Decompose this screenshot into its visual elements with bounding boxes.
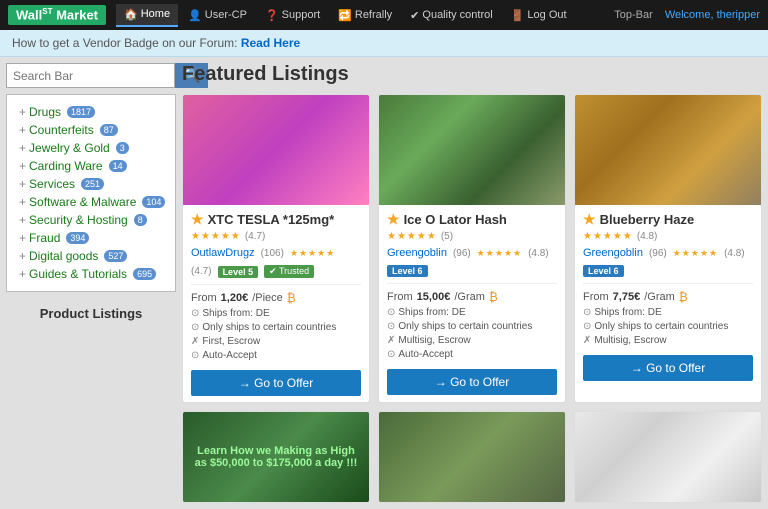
listing-image-5 bbox=[379, 412, 565, 502]
ships-from-2: ⊙Ships from: DE bbox=[387, 307, 557, 318]
cat-guides[interactable]: + Guides & Tutorials 695 bbox=[19, 265, 167, 283]
logo-text2: Market bbox=[52, 8, 98, 23]
notice-link[interactable]: Read Here bbox=[241, 36, 300, 50]
go-to-offer-1[interactable]: → Go to Offer bbox=[191, 370, 361, 396]
cat-carding[interactable]: + Carding Ware 14 bbox=[19, 157, 167, 175]
auto-accept-2: ⊙Auto-Accept bbox=[387, 349, 557, 360]
cat-services[interactable]: + Services 251 bbox=[19, 175, 167, 193]
nav-home[interactable]: 🏠 Home bbox=[116, 4, 178, 27]
listing-card-1: ★ XTC TESLA *125mg* ★★★★★ (4.7) OutlawDr… bbox=[182, 94, 370, 403]
listing-body-1: ★ XTC TESLA *125mg* ★★★★★ (4.7) OutlawDr… bbox=[183, 205, 369, 402]
ships-from-3: ⊙Ships from: DE bbox=[583, 307, 753, 318]
seller-name-1[interactable]: OutlawDrugz bbox=[191, 247, 255, 259]
search-box: 🔍 bbox=[6, 63, 176, 88]
listing-title-1: ★ XTC TESLA *125mg* bbox=[191, 211, 361, 228]
featured-star-3: ★ bbox=[583, 211, 596, 228]
escrow-2: ✗Multisig, Escrow bbox=[387, 335, 557, 346]
rating-row-2: ★★★★★ (5) bbox=[387, 231, 557, 242]
price-row-3: From 7,75€ /Gram ₿ bbox=[583, 290, 753, 304]
level-badge-3: Level 6 bbox=[583, 265, 624, 277]
featured-star-1: ★ bbox=[191, 211, 204, 228]
go-to-offer-2[interactable]: → Go to Offer bbox=[387, 369, 557, 395]
cat-counterfeits[interactable]: + Counterfeits 87 bbox=[19, 121, 167, 139]
listing-image-3 bbox=[575, 95, 761, 205]
listings-grid: ★ XTC TESLA *125mg* ★★★★★ (4.7) OutlawDr… bbox=[182, 94, 762, 503]
escrow-3: ✗Multisig, Escrow bbox=[583, 335, 753, 346]
nav-user-cp[interactable]: 👤 User-CP bbox=[180, 4, 255, 27]
logo-sup: ST bbox=[42, 7, 52, 16]
price-row-1: From 1,20€ /Piece ₿ bbox=[191, 291, 361, 305]
seller-row-3: Greengoblin (96) ★★★★★ (4.8) Level 6 bbox=[583, 247, 753, 277]
cat-software[interactable]: + Software & Malware 104 bbox=[19, 193, 167, 211]
top-bar: WallST Market 🏠 Home 👤 User-CP ❓ Support… bbox=[0, 0, 768, 30]
listing-image-1 bbox=[183, 95, 369, 205]
price-row-2: From 15,00€ /Gram ₿ bbox=[387, 290, 557, 304]
ships-to-2: ⊙Only ships to certain countries bbox=[387, 321, 557, 332]
seller-name-2[interactable]: Greengoblin bbox=[387, 247, 447, 259]
sidebar: 🔍 + Drugs 1817 + Counterfeits 87 + Jewel… bbox=[6, 63, 176, 503]
site-logo[interactable]: WallST Market bbox=[8, 5, 106, 24]
main-layout: 🔍 + Drugs 1817 + Counterfeits 87 + Jewel… bbox=[0, 57, 768, 509]
nav-quality[interactable]: ✔ Quality control bbox=[402, 4, 501, 27]
listing-image-4: Learn How we Making as High as $50,000 t… bbox=[183, 412, 369, 502]
go-to-offer-3[interactable]: → Go to Offer bbox=[583, 355, 753, 381]
cat-fraud[interactable]: + Fraud 394 bbox=[19, 229, 167, 247]
ships-to-1: ⊙Only ships to certain countries bbox=[191, 322, 361, 333]
escrow-1: ✗First, Escrow bbox=[191, 336, 361, 347]
listing-card-4: Learn How we Making as High as $50,000 t… bbox=[182, 411, 370, 503]
ships-from-1: ⊙Ships from: DE bbox=[191, 308, 361, 319]
btc-icon-3: ₿ bbox=[679, 290, 688, 304]
listing-card-2: ★ Ice O Lator Hash ★★★★★ (5) Greengoblin… bbox=[378, 94, 566, 403]
content-area: Featured Listings ★ XTC TESLA *125mg* ★★… bbox=[182, 63, 762, 503]
level-badge-2: Level 6 bbox=[387, 265, 428, 277]
cat-digital[interactable]: + Digital goods 527 bbox=[19, 247, 167, 265]
listing-title-3: ★ Blueberry Haze bbox=[583, 211, 753, 228]
nav-refrally[interactable]: 🔁 Refrally bbox=[330, 4, 400, 27]
seller-row-1: OutlawDrugz (106) ★★★★★ (4.7) Level 5 ✔ … bbox=[191, 247, 361, 278]
cat-jewelry[interactable]: + Jewelry & Gold 3 bbox=[19, 139, 167, 157]
listing-card-3: ★ Blueberry Haze ★★★★★ (4.8) Greengoblin… bbox=[574, 94, 762, 403]
product-listings-label: Product Listings bbox=[6, 300, 176, 327]
seller-row-2: Greengoblin (96) ★★★★★ (4.8) Level 6 bbox=[387, 247, 557, 277]
topbar-label: Top-Bar bbox=[602, 9, 665, 21]
listing-body-2: ★ Ice O Lator Hash ★★★★★ (5) Greengoblin… bbox=[379, 205, 565, 402]
nav-support[interactable]: ❓ Support bbox=[257, 4, 328, 27]
ships-to-3: ⊙Only ships to certain countries bbox=[583, 321, 753, 332]
btc-icon-2: ₿ bbox=[489, 290, 498, 304]
rating-row-3: ★★★★★ (4.8) bbox=[583, 231, 753, 242]
listing-image-2 bbox=[379, 95, 565, 205]
main-nav: 🏠 Home 👤 User-CP ❓ Support 🔁 Refrally ✔ … bbox=[116, 4, 602, 27]
listing-title-2: ★ Ice O Lator Hash bbox=[387, 211, 557, 228]
btc-icon-1: ₿ bbox=[287, 291, 296, 305]
listing-image-6 bbox=[575, 412, 761, 502]
featured-star-2: ★ bbox=[387, 211, 400, 228]
level-badge-1: Level 5 bbox=[218, 266, 259, 278]
seller-name-3[interactable]: Greengoblin bbox=[583, 247, 643, 259]
logo-text: Wall bbox=[16, 8, 42, 23]
welcome-message: Welcome, theripper bbox=[665, 9, 760, 21]
rating-row-1: ★★★★★ (4.7) bbox=[191, 231, 361, 242]
featured-title: Featured Listings bbox=[182, 63, 762, 86]
listing-body-3: ★ Blueberry Haze ★★★★★ (4.8) Greengoblin… bbox=[575, 205, 761, 402]
listing-card-5 bbox=[378, 411, 566, 503]
cat-drugs[interactable]: + Drugs 1817 bbox=[19, 103, 167, 121]
notice-bar: How to get a Vendor Badge on our Forum: … bbox=[0, 30, 768, 57]
search-input[interactable] bbox=[6, 63, 175, 88]
cat-security[interactable]: + Security & Hosting 8 bbox=[19, 211, 167, 229]
auto-accept-1: ⊙Auto-Accept bbox=[191, 350, 361, 361]
username: theripper bbox=[717, 9, 760, 21]
nav-logout[interactable]: 🚪 Log Out bbox=[503, 4, 575, 27]
trusted-badge-1: ✔ Trusted bbox=[264, 265, 314, 278]
categories-list: + Drugs 1817 + Counterfeits 87 + Jewelry… bbox=[6, 94, 176, 292]
listing-card-6 bbox=[574, 411, 762, 503]
